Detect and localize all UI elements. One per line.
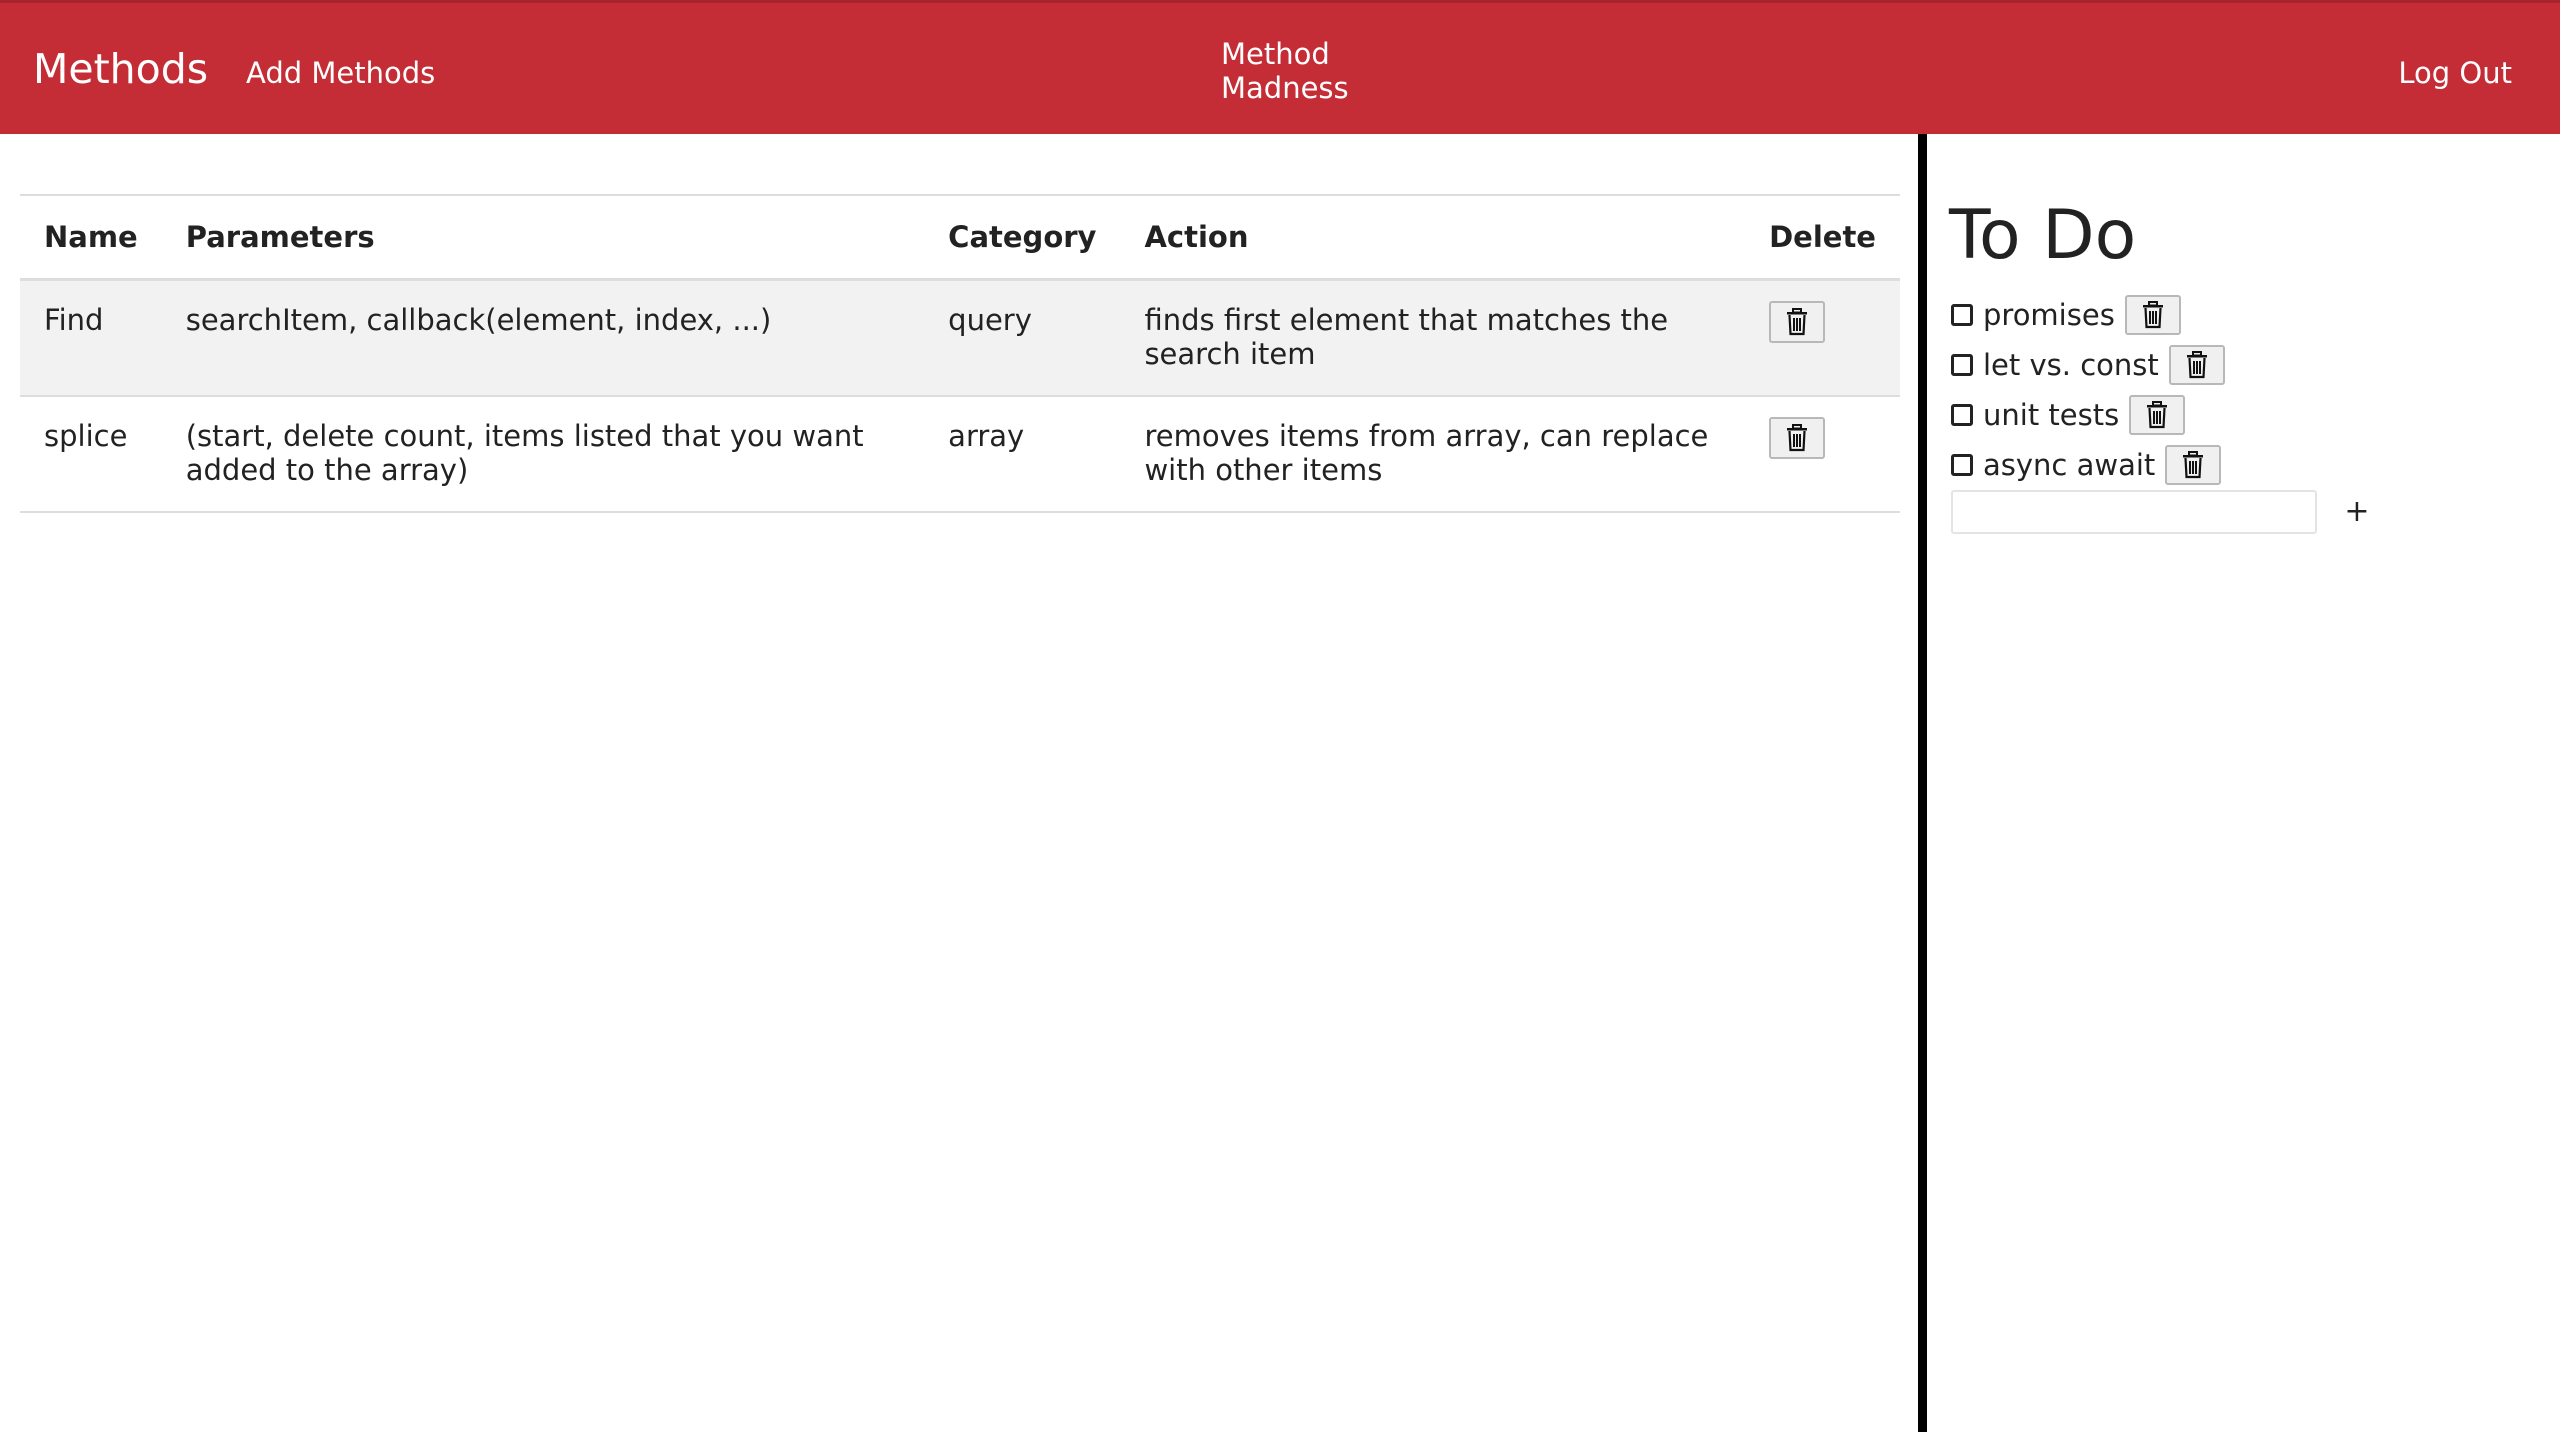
table-row: Find searchItem, callback(element, index… — [20, 279, 1900, 397]
delete-todo-button[interactable] — [2124, 295, 2181, 335]
delete-method-button[interactable] — [1769, 300, 1826, 343]
todo-item: unit tests — [1951, 390, 2225, 440]
trash-icon — [2147, 401, 2168, 429]
delete-todo-button[interactable] — [2165, 445, 2222, 485]
logout-link[interactable]: Log Out — [2398, 55, 2512, 91]
todo-item: promises — [1951, 290, 2225, 340]
trash-icon — [2142, 301, 2163, 329]
cell-delete — [1745, 395, 1900, 513]
header-name: Name — [20, 194, 162, 281]
todo-checkbox[interactable] — [1951, 454, 1973, 476]
todo-item-label: promises — [1983, 298, 2115, 332]
todo-checkbox[interactable] — [1951, 354, 1973, 376]
new-todo-input[interactable] — [1951, 490, 2317, 534]
cell-name: Find — [20, 279, 162, 397]
todo-item-label: async await — [1983, 448, 2156, 482]
header-delete: Delete — [1745, 194, 1900, 281]
cell-parameters: (start, delete count, items listed that … — [161, 395, 925, 513]
header-action: Action — [1120, 194, 1746, 281]
trash-icon — [1787, 423, 1808, 451]
todo-list: promises let vs. const unit tests async … — [1951, 290, 2225, 490]
todo-item: let vs. const — [1951, 340, 2225, 390]
app-title: Method Madness — [1221, 37, 1349, 105]
todo-title: To Do — [1949, 196, 2137, 275]
todo-checkbox[interactable] — [1951, 404, 1973, 426]
cell-parameters: searchItem, callback(element, index, ...… — [161, 279, 925, 397]
todo-item-label: unit tests — [1983, 398, 2120, 432]
todo-item-label: let vs. const — [1983, 348, 2159, 382]
cell-category: query — [924, 279, 1121, 397]
methods-table: Name Parameters Category Action Delete F… — [20, 194, 1900, 513]
cell-delete — [1745, 279, 1900, 397]
cell-name: splice — [20, 395, 162, 513]
table-row: splice (start, delete count, items liste… — [20, 395, 1900, 513]
trash-icon — [2183, 451, 2204, 479]
todo-checkbox[interactable] — [1951, 304, 1973, 326]
top-navbar: Methods Add Methods Method Madness Log O… — [0, 0, 2560, 134]
cell-category: array — [924, 395, 1121, 513]
add-todo-button[interactable]: + — [2337, 490, 2377, 534]
cell-action: finds first element that matches the sea… — [1120, 279, 1746, 397]
panel-divider — [1918, 134, 1927, 1432]
cell-action: removes items from array, can replace wi… — [1120, 395, 1746, 513]
delete-todo-button[interactable] — [2168, 345, 2225, 385]
header-category: Category — [924, 194, 1121, 281]
todo-item: async await — [1951, 440, 2225, 490]
trash-icon — [1787, 307, 1808, 335]
add-methods-link[interactable]: Add Methods — [246, 55, 435, 91]
table-header-row: Name Parameters Category Action Delete — [20, 194, 1900, 281]
trash-icon — [2186, 351, 2207, 379]
delete-todo-button[interactable] — [2129, 395, 2186, 435]
methods-panel: Name Parameters Category Action Delete F… — [0, 134, 1918, 1432]
todo-panel: To Do promises let vs. const unit tests … — [1927, 134, 2560, 1432]
delete-method-button[interactable] — [1769, 416, 1826, 459]
brand-link[interactable]: Methods — [33, 43, 208, 95]
header-parameters: Parameters — [161, 194, 925, 281]
